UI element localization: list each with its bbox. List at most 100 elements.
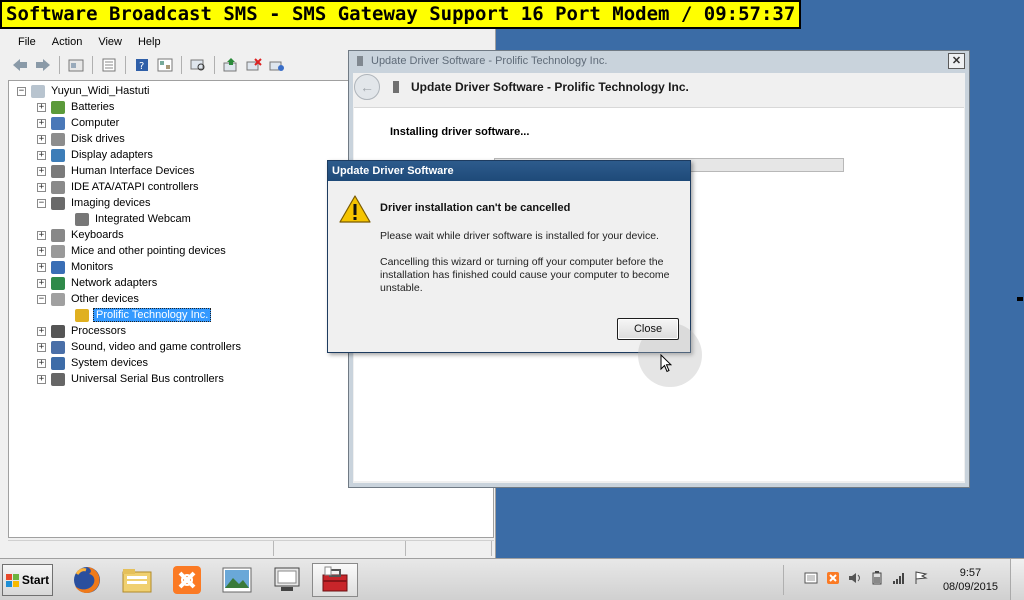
tree-category-item[interactable]: + Processors: [37, 323, 128, 339]
hid-icon: [51, 164, 65, 178]
tree-category-item[interactable]: + Sound, video and game controllers: [37, 339, 243, 355]
clock-date: 08/09/2015: [942, 581, 998, 593]
firefox-icon[interactable]: [64, 563, 110, 597]
help-icon[interactable]: ?: [132, 56, 152, 74]
tree-item-label: System devices: [71, 357, 149, 369]
tree-item-label: Other devices: [71, 293, 139, 305]
tree-category-item[interactable]: + Monitors: [37, 259, 115, 275]
tree-category-item[interactable]: + IDE ATA/ATAPI controllers: [37, 179, 201, 195]
back-icon[interactable]: [10, 56, 30, 74]
menu-file[interactable]: File: [10, 35, 44, 49]
toolbar-separator: [214, 56, 215, 74]
tree-category-item[interactable]: + Disk drives: [37, 131, 127, 147]
tree-item-label: Computer: [71, 117, 120, 129]
file-explorer-icon[interactable]: [114, 563, 160, 597]
expand-icon[interactable]: +: [37, 358, 46, 368]
collapse-icon[interactable]: −: [37, 198, 46, 208]
expand-icon[interactable]: +: [37, 246, 46, 256]
tree-child-item[interactable]: Integrated Webcam: [75, 211, 193, 227]
expand-icon[interactable]: +: [37, 182, 46, 192]
tree-category-item[interactable]: + Network adapters: [37, 275, 159, 291]
tree-category-item[interactable]: − Imaging devices: [37, 195, 153, 211]
toolbar-separator: [125, 56, 126, 74]
toolbox-icon[interactable]: [312, 563, 358, 597]
tree-item-label: Disk drives: [71, 133, 125, 145]
usb-device-icon: [393, 81, 399, 93]
mouse-cursor-icon: [660, 354, 672, 373]
back-arrow-icon[interactable]: ←: [354, 74, 380, 100]
show-desktop-button[interactable]: [1010, 559, 1024, 600]
svg-text:?: ?: [139, 61, 144, 72]
collapse-icon[interactable]: −: [37, 294, 46, 304]
scan-icon[interactable]: [188, 56, 208, 74]
dialog-titlebar[interactable]: Update Driver Software: [328, 161, 690, 181]
show-hide-icon[interactable]: [155, 56, 175, 74]
tree-root[interactable]: − Yuyun_Widi_Hastuti: [17, 83, 151, 99]
flag-icon[interactable]: [914, 571, 928, 585]
expand-icon[interactable]: +: [37, 150, 46, 160]
update-driver-icon[interactable]: [221, 56, 241, 74]
close-icon[interactable]: ✕: [948, 53, 965, 69]
menu-bar: File Action View Help: [10, 35, 169, 49]
volume-icon[interactable]: [848, 571, 862, 585]
xampp-icon[interactable]: [164, 563, 210, 597]
expand-icon[interactable]: +: [37, 374, 46, 384]
expand-icon[interactable]: +: [37, 102, 46, 112]
tree-category-item[interactable]: + Keyboards: [37, 227, 126, 243]
processor-icon: [51, 324, 65, 338]
media-icon[interactable]: [804, 571, 818, 585]
expand-icon[interactable]: +: [37, 262, 46, 272]
uninstall-icon[interactable]: [244, 56, 264, 74]
status-bar: [8, 540, 494, 556]
warning-icon: [339, 195, 371, 223]
up-icon[interactable]: [66, 56, 86, 74]
tree-category-item[interactable]: + Display adapters: [37, 147, 155, 163]
disable-icon[interactable]: [267, 56, 287, 74]
tree-category-item[interactable]: − Other devices: [37, 291, 141, 307]
tree-category-item[interactable]: + Computer: [37, 115, 121, 131]
tree-item-label: Universal Serial Bus controllers: [71, 373, 224, 385]
expand-icon[interactable]: +: [37, 342, 46, 352]
tree-category-item[interactable]: + Human Interface Devices: [37, 163, 197, 179]
tree-category-item[interactable]: + Universal Serial Bus controllers: [37, 371, 226, 387]
tree-item-label: Mice and other pointing devices: [71, 245, 226, 257]
wizard-window-title: Update Driver Software - Prolific Techno…: [371, 55, 608, 67]
device-icon[interactable]: [264, 563, 310, 597]
windows-logo-icon: [5, 573, 19, 587]
tree-child-item[interactable]: Prolific Technology Inc.: [75, 307, 212, 323]
tree-category-item[interactable]: + System devices: [37, 355, 150, 371]
tree-item-label: Keyboards: [71, 229, 124, 241]
wizard-titlebar[interactable]: Update Driver Software - Prolific Techno…: [349, 51, 969, 72]
expand-icon[interactable]: +: [37, 230, 46, 240]
display-icon: [51, 148, 65, 162]
battery-tray-icon[interactable]: [870, 571, 884, 585]
expand-icon[interactable]: +: [37, 166, 46, 176]
picture-viewer-icon[interactable]: [214, 563, 260, 597]
camera-icon: [51, 196, 65, 210]
expand-icon[interactable]: +: [37, 134, 46, 144]
menu-help[interactable]: Help: [130, 35, 169, 49]
ide-icon: [51, 180, 65, 194]
close-button[interactable]: Close: [617, 318, 679, 340]
tree-root-label: Yuyun_Widi_Hastuti: [51, 85, 150, 97]
start-label: Start: [21, 573, 50, 587]
menu-action[interactable]: Action: [44, 35, 91, 49]
tree-category-item[interactable]: + Mice and other pointing devices: [37, 243, 228, 259]
xampp-tray-icon[interactable]: [826, 571, 840, 585]
start-button[interactable]: Start: [2, 564, 53, 596]
collapse-icon[interactable]: −: [17, 86, 26, 96]
expand-icon[interactable]: +: [37, 118, 46, 128]
menu-view[interactable]: View: [90, 35, 130, 49]
signal-icon[interactable]: [892, 571, 906, 585]
expand-icon[interactable]: +: [37, 278, 46, 288]
usb-icon: [51, 372, 65, 386]
forward-icon[interactable]: [33, 56, 53, 74]
properties-icon[interactable]: [99, 56, 119, 74]
tree-item-label: Batteries: [71, 101, 115, 113]
toolbar-separator: [59, 56, 60, 74]
status-cell: [8, 541, 274, 556]
dialog-body: Driver installation can't be cancelled P…: [328, 181, 702, 387]
expand-icon[interactable]: +: [37, 326, 46, 336]
clock[interactable]: 9:57 08/09/2015: [943, 566, 998, 594]
tree-category-item[interactable]: + Batteries: [37, 99, 116, 115]
